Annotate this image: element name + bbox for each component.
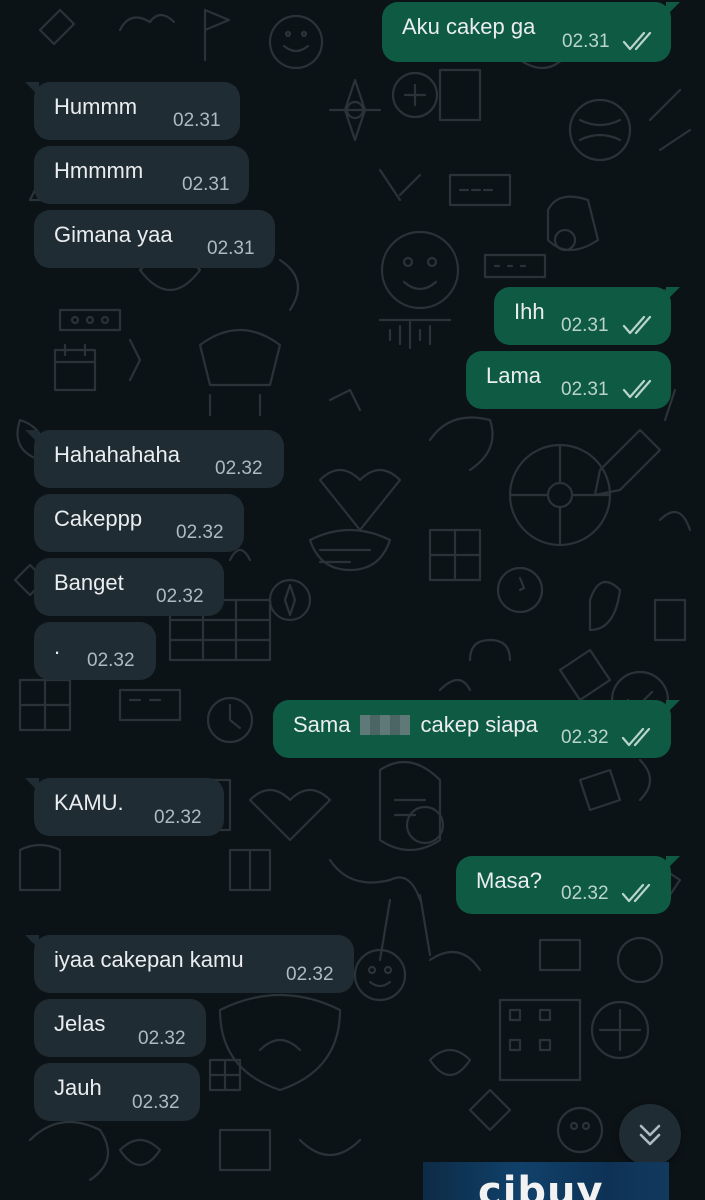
message-text: Jelas: [54, 1011, 106, 1036]
incoming-message[interactable]: . 02.32: [34, 622, 156, 680]
message-time: 02.32: [561, 883, 609, 904]
message-time: 02.32: [561, 727, 609, 748]
message-text: Hahahahaha: [54, 442, 181, 467]
outgoing-message[interactable]: Masa? 02.32: [456, 856, 680, 914]
incoming-message[interactable]: iyaa cakepan kamu 02.32: [25, 935, 354, 993]
message-time: 02.32: [215, 458, 263, 479]
message-time: 02.32: [138, 1028, 186, 1049]
message-time: 02.32: [156, 586, 204, 607]
message-time: 02.32: [154, 807, 202, 828]
incoming-message[interactable]: Hmmmm 02.31: [34, 146, 249, 204]
message-text: .: [54, 634, 61, 659]
message-text-part: cakep siapa: [420, 712, 538, 737]
message-text: Cakeppp: [54, 506, 143, 531]
message-text: Sama cakep siapa: [293, 712, 538, 738]
message-time: 02.31: [561, 379, 609, 400]
message-text: KAMU.: [54, 790, 124, 815]
read-receipt-icon: [621, 883, 651, 903]
scroll-to-bottom-button[interactable]: [619, 1104, 681, 1166]
message-time: 02.31: [207, 238, 255, 259]
redacted-block: [360, 715, 411, 735]
incoming-message[interactable]: Hahahahaha 02.32: [25, 430, 284, 488]
message-text: Hmmmm: [54, 158, 144, 183]
message-text: Jauh: [54, 1075, 102, 1100]
message-text: Lama: [486, 363, 542, 388]
message-time: 02.31: [173, 110, 221, 131]
incoming-message[interactable]: Jelas 02.32: [34, 999, 206, 1057]
message-text: Gimana yaa: [54, 222, 173, 247]
message-time: 02.32: [286, 964, 334, 985]
incoming-message[interactable]: Hummm 02.31: [25, 82, 240, 140]
message-list: Aku cakep ga 02.31 Hummm 02.31 Hmmmm 02.…: [0, 0, 705, 1200]
outgoing-message[interactable]: Lama 02.31: [466, 351, 671, 409]
message-text: Banget: [54, 570, 124, 595]
incoming-message[interactable]: Jauh 02.32: [34, 1063, 200, 1121]
message-text: iyaa cakepan kamu: [54, 947, 244, 972]
read-receipt-icon: [621, 727, 651, 747]
message-text: Hummm: [54, 94, 138, 119]
message-time: 02.31: [561, 315, 609, 336]
read-receipt-icon: [622, 379, 652, 399]
message-text: Ihh: [514, 299, 545, 324]
read-receipt-icon: [622, 31, 652, 51]
message-time: 02.31: [182, 174, 230, 195]
sticker-message[interactable]: cibuy: [423, 1162, 669, 1200]
message-time: 02.32: [87, 650, 135, 671]
message-text: Masa?: [476, 868, 543, 893]
outgoing-message[interactable]: Ihh 02.31: [494, 287, 680, 345]
message-time: 02.32: [132, 1092, 180, 1113]
message-text-part: Sama: [293, 712, 351, 737]
sticker-text: cibuy: [478, 1169, 604, 1200]
incoming-message[interactable]: Banget 02.32: [34, 558, 224, 616]
read-receipt-icon: [622, 315, 652, 335]
message-time: 02.32: [176, 522, 224, 543]
incoming-message[interactable]: KAMU. 02.32: [25, 778, 224, 836]
outgoing-message[interactable]: Sama cakep siapa 02.32: [273, 700, 680, 758]
incoming-message[interactable]: Gimana yaa 02.31: [34, 210, 275, 268]
incoming-message[interactable]: Cakeppp 02.32: [34, 494, 244, 552]
outgoing-message[interactable]: Aku cakep ga 02.31: [382, 2, 680, 62]
message-text: Aku cakep ga: [402, 14, 536, 39]
message-time: 02.31: [562, 31, 610, 52]
double-chevron-down-icon: [639, 1124, 661, 1146]
